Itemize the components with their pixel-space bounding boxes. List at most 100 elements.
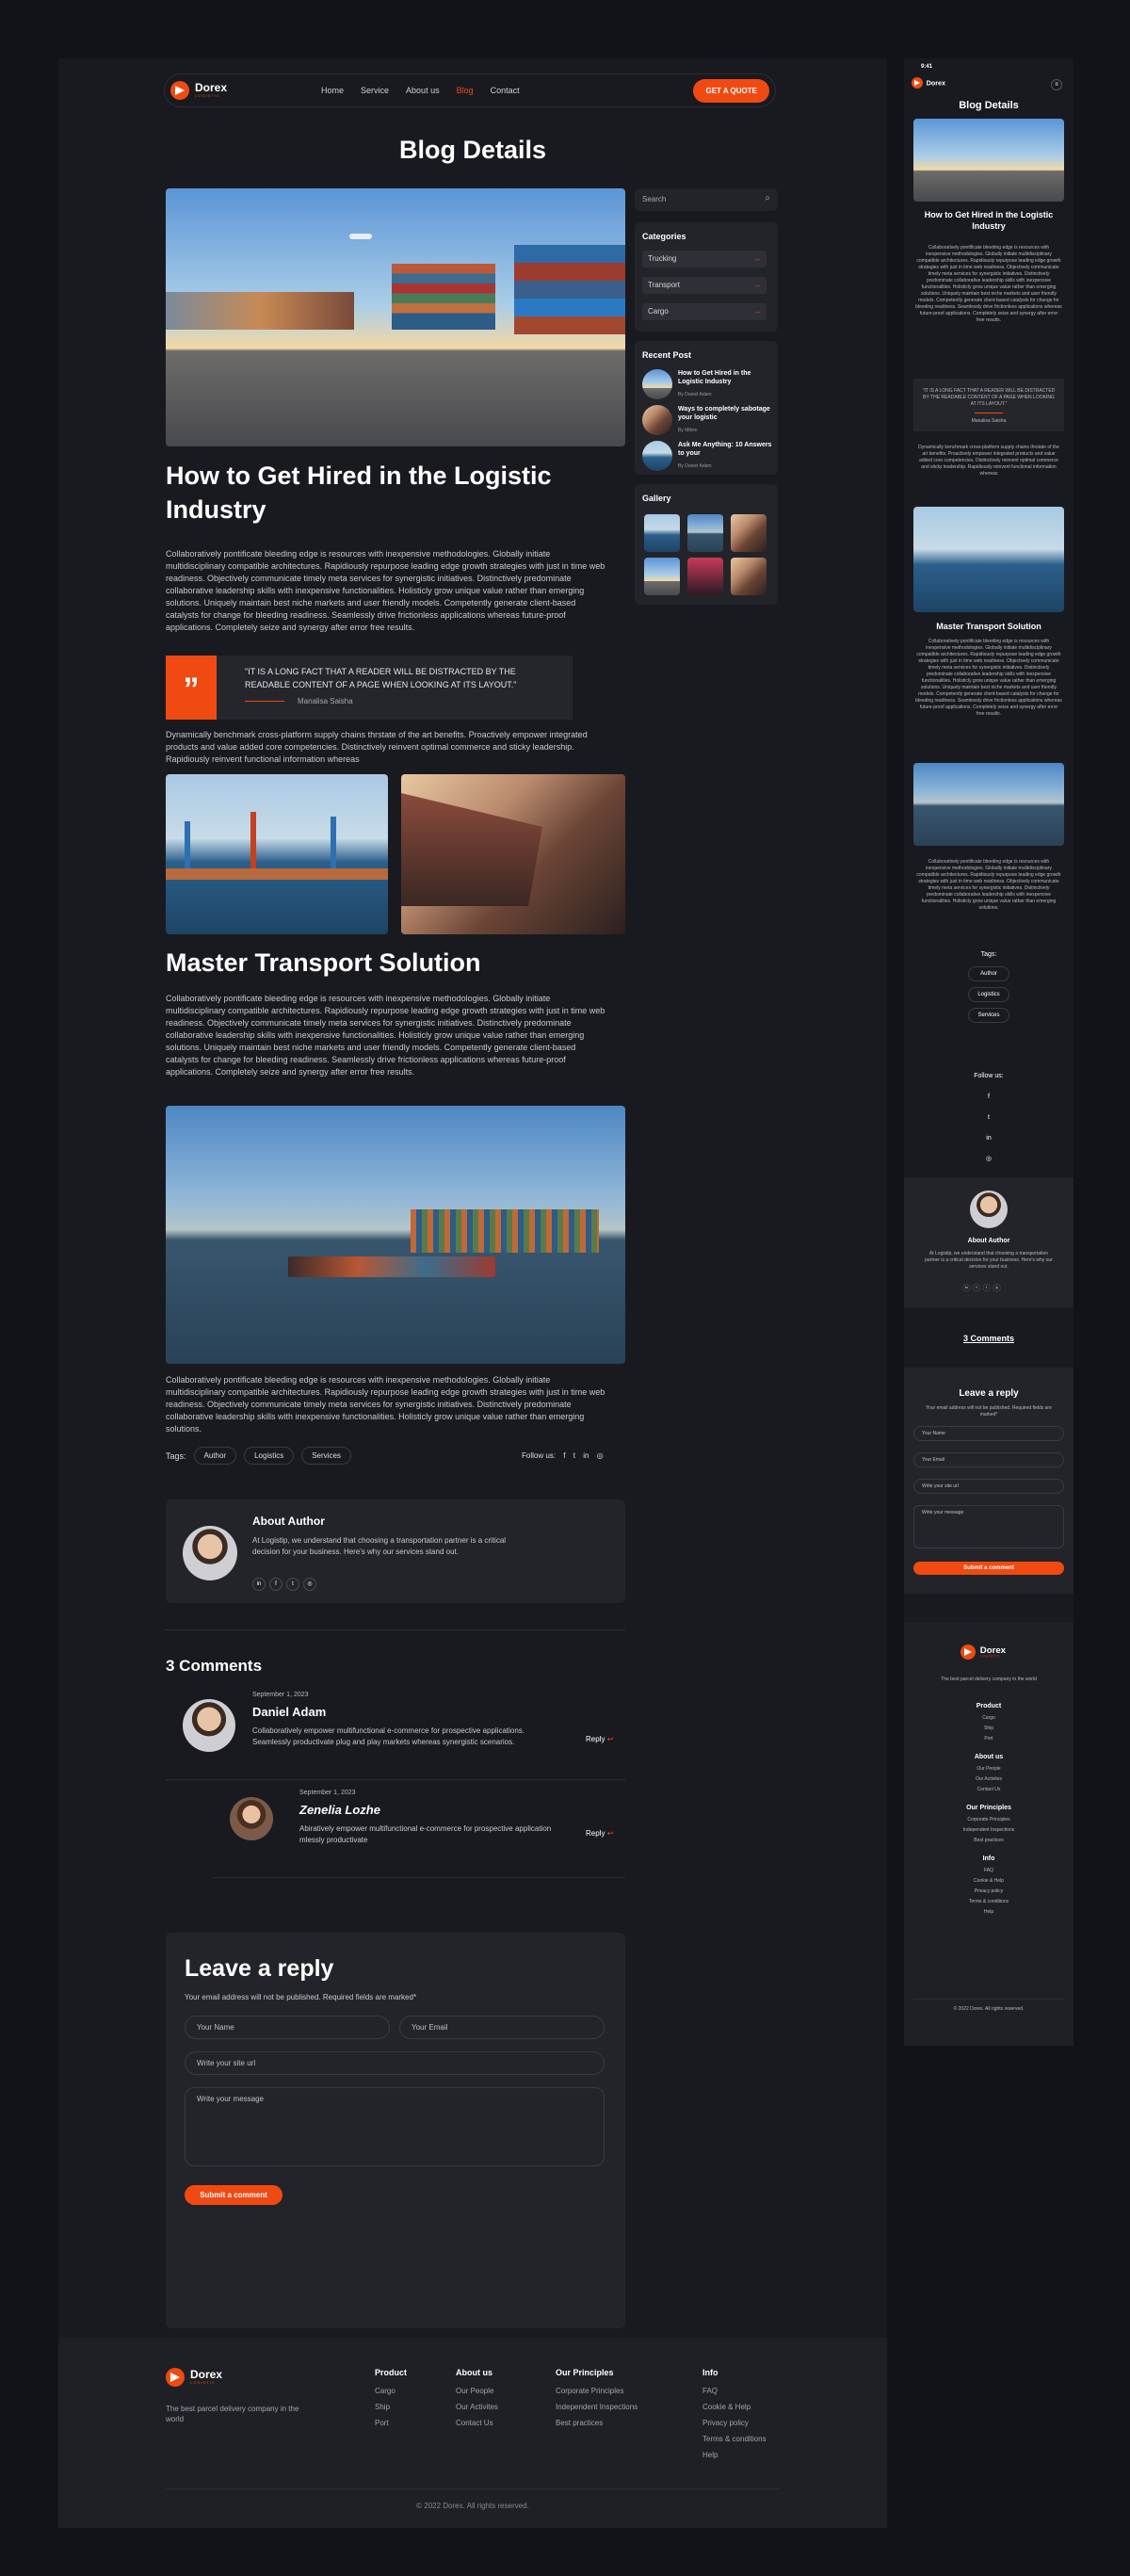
footer-link[interactable]: Contact Us bbox=[904, 1787, 1074, 1793]
footer-link[interactable]: Our Activites bbox=[904, 1776, 1074, 1783]
menu-icon[interactable]: ≡ bbox=[1051, 79, 1062, 90]
footer-link[interactable]: Cargo bbox=[904, 1715, 1074, 1722]
footer-link[interactable]: Terms & conditions bbox=[904, 1899, 1074, 1905]
tag-author[interactable]: Author bbox=[968, 966, 1009, 981]
email-field[interactable]: Your Email bbox=[399, 2016, 605, 2039]
footer-link[interactable]: Corporate Principles bbox=[556, 2387, 638, 2395]
footer-link[interactable]: Help bbox=[702, 2451, 767, 2459]
footer-link[interactable]: Terms & conditions bbox=[702, 2435, 767, 2443]
footer-link[interactable]: Ship bbox=[904, 1725, 1074, 1732]
recent-post-item[interactable]: How to Get Hired in the Logistic Industr… bbox=[642, 369, 774, 401]
footer-link[interactable]: Best practices bbox=[556, 2419, 638, 2427]
nav-about[interactable]: About us bbox=[406, 86, 440, 95]
search-box[interactable]: Search ⌕ bbox=[635, 188, 778, 211]
footer-link[interactable]: Ship bbox=[375, 2403, 407, 2411]
footer-link[interactable]: Cookie & Help bbox=[904, 1878, 1074, 1885]
footer-link[interactable]: Independent Inspections bbox=[904, 1827, 1074, 1834]
nav-service[interactable]: Service bbox=[361, 86, 389, 95]
tag-logistics[interactable]: Logistics bbox=[968, 987, 1009, 1002]
site-url-field[interactable]: Write your site url bbox=[913, 1479, 1064, 1494]
reply-link[interactable]: Reply ↩ bbox=[586, 1829, 613, 1838]
name-field[interactable]: Your Name bbox=[185, 2016, 390, 2039]
twitter-icon[interactable]: t bbox=[904, 1108, 1074, 1128]
facebook-icon[interactable]: f bbox=[269, 1578, 282, 1591]
brand-logo[interactable]: Dorex LOGISTIC bbox=[170, 81, 227, 100]
footer-link[interactable]: Help bbox=[904, 1909, 1074, 1916]
linkedin-icon[interactable]: in bbox=[252, 1578, 266, 1591]
category-transport[interactable]: Transport → bbox=[642, 277, 767, 294]
instagram-icon[interactable]: ◎ bbox=[303, 1578, 316, 1591]
linkedin-icon[interactable]: in bbox=[583, 1451, 589, 1460]
footer-link[interactable]: Privacy policy bbox=[702, 2419, 767, 2427]
footer-link[interactable]: Privacy policy bbox=[904, 1888, 1074, 1895]
tag-services[interactable]: Services bbox=[301, 1447, 351, 1465]
post-subtitle: Master Transport Solution bbox=[166, 948, 481, 977]
search-input[interactable]: Search bbox=[642, 195, 666, 203]
gallery-thumb[interactable] bbox=[687, 558, 723, 595]
email-field[interactable]: Your Email bbox=[913, 1452, 1064, 1467]
footer-link[interactable]: Contact Us bbox=[456, 2419, 498, 2427]
tags-label: Tags: bbox=[166, 1450, 186, 1461]
facebook-icon[interactable]: f bbox=[563, 1451, 565, 1460]
gallery-thumb[interactable] bbox=[644, 514, 680, 552]
footer-link[interactable]: FAQ bbox=[702, 2387, 767, 2395]
twitter-icon[interactable]: t bbox=[982, 1284, 991, 1292]
footer-logo[interactable]: Dorex LOGISTIC bbox=[960, 1644, 1006, 1660]
gallery-thumb[interactable] bbox=[644, 558, 680, 595]
category-cargo[interactable]: Cargo → bbox=[642, 303, 767, 320]
footer-logo[interactable]: Dorex LOGISTIC bbox=[166, 2368, 222, 2387]
logo-icon bbox=[166, 2368, 185, 2387]
mobile-logo[interactable]: Dorex bbox=[912, 77, 945, 89]
nav-home[interactable]: Home bbox=[321, 86, 344, 95]
twitter-icon[interactable]: t bbox=[286, 1578, 299, 1591]
facebook-icon[interactable]: f bbox=[904, 1087, 1074, 1108]
footer-link[interactable]: Our Activites bbox=[456, 2403, 498, 2411]
footer-link[interactable]: Our People bbox=[456, 2387, 498, 2395]
mobile-tags: Author Logistics Services bbox=[904, 966, 1074, 1029]
recent-post-item[interactable]: Ask Me Anything: 10 Answers to your By D… bbox=[642, 441, 774, 473]
gallery-thumb[interactable] bbox=[731, 514, 767, 552]
footer-link[interactable]: Port bbox=[375, 2419, 407, 2427]
linkedin-icon[interactable]: in bbox=[962, 1284, 971, 1292]
reply-label: Reply bbox=[586, 1829, 605, 1838]
tag-services[interactable]: Services bbox=[968, 1008, 1009, 1023]
mobile-footer-cols: Product Cargo Ship Port About us Our Peopl… bbox=[904, 1703, 1074, 1920]
instagram-icon[interactable]: ◎ bbox=[993, 1284, 1001, 1292]
message-textarea[interactable]: Write your message bbox=[913, 1505, 1064, 1548]
instagram-icon[interactable]: ◎ bbox=[597, 1451, 604, 1460]
nav-blog[interactable]: Blog bbox=[457, 86, 474, 95]
message-textarea[interactable]: Write your message bbox=[185, 2087, 605, 2166]
footer-link[interactable]: Our People bbox=[904, 1766, 1074, 1773]
mobile-comments-title[interactable]: 3 Comments bbox=[904, 1334, 1074, 1343]
footer-link[interactable]: FAQ bbox=[904, 1868, 1074, 1874]
footer-col-title: Product bbox=[375, 2368, 408, 2377]
mobile-port-image bbox=[913, 507, 1064, 612]
footer-link[interactable]: Corporate Principles bbox=[904, 1817, 1074, 1823]
submit-comment-button[interactable]: Submit a comment bbox=[185, 2185, 282, 2205]
submit-comment-button[interactable]: Submit a comment bbox=[913, 1562, 1064, 1575]
footer-link[interactable]: Best practices bbox=[904, 1838, 1074, 1844]
twitter-icon[interactable]: t bbox=[573, 1451, 575, 1460]
footer-link[interactable]: Port bbox=[904, 1736, 1074, 1742]
reply-title: Leave a reply bbox=[959, 1388, 1019, 1399]
facebook-icon[interactable]: f bbox=[972, 1284, 981, 1292]
instagram-icon[interactable]: ◎ bbox=[904, 1149, 1074, 1170]
get-quote-button[interactable]: GET A QUOTE bbox=[693, 78, 769, 103]
footer-link[interactable]: Independent Inspections bbox=[556, 2403, 638, 2411]
recent-posts-widget: Recent Post How to Get Hired in the Logi… bbox=[635, 341, 778, 475]
site-url-field[interactable]: Write your site url bbox=[185, 2051, 605, 2075]
tag-logistics[interactable]: Logistics bbox=[244, 1447, 295, 1465]
name-field[interactable]: Your Name bbox=[913, 1426, 1064, 1441]
search-icon[interactable]: ⌕ bbox=[765, 193, 770, 203]
footer-link[interactable]: Cookie & Help bbox=[702, 2403, 767, 2411]
category-trucking[interactable]: Trucking → bbox=[642, 251, 767, 267]
author-social: in f t ◎ bbox=[962, 1281, 1003, 1292]
footer-link[interactable]: Cargo bbox=[375, 2387, 407, 2395]
gallery-thumb[interactable] bbox=[731, 558, 767, 595]
tag-author[interactable]: Author bbox=[193, 1447, 237, 1465]
reply-link[interactable]: Reply ↩ bbox=[586, 1735, 613, 1743]
linkedin-icon[interactable]: in bbox=[904, 1128, 1074, 1149]
nav-contact[interactable]: Contact bbox=[491, 86, 520, 95]
gallery-thumb[interactable] bbox=[687, 514, 723, 552]
recent-post-item[interactable]: Ways to completely sabotage your logisti… bbox=[642, 405, 774, 437]
